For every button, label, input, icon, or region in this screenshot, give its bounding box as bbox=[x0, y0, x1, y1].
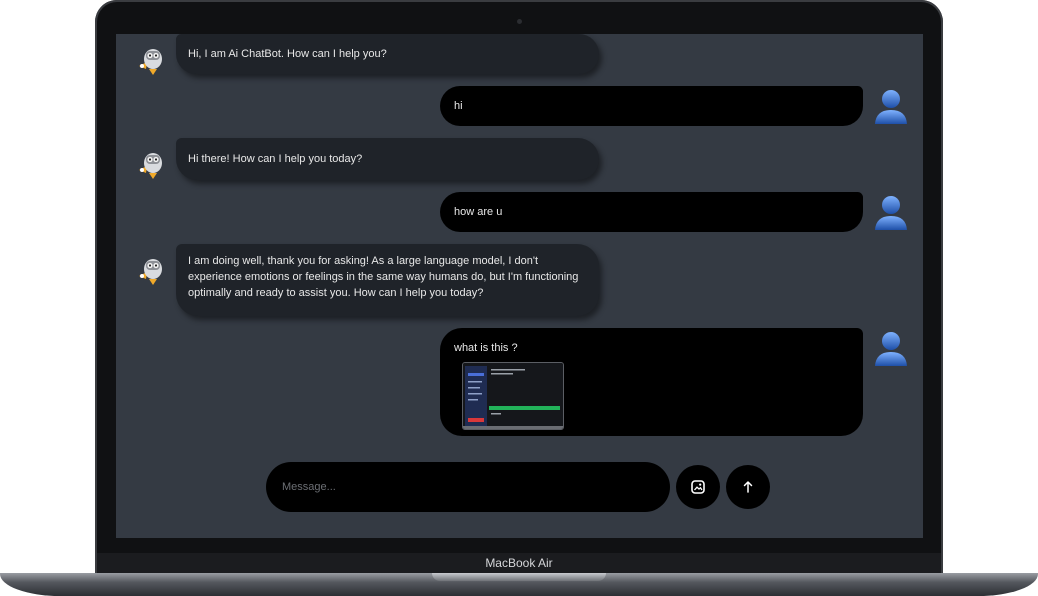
message-text: Hi, I am Ai ChatBot. How can I help you? bbox=[188, 48, 387, 60]
message-text: Hi there! How can I help you today? bbox=[188, 153, 363, 165]
message-text: I am doing well, thank you for asking! A… bbox=[188, 255, 579, 299]
bot-avatar-icon bbox=[134, 252, 168, 286]
camera-dot bbox=[517, 19, 522, 24]
user-message: what is this ? bbox=[440, 328, 863, 436]
attach-image-button[interactable] bbox=[676, 465, 720, 509]
message-input[interactable] bbox=[280, 480, 656, 494]
attachment-thumbnail[interactable] bbox=[462, 362, 564, 430]
message-composer bbox=[266, 462, 670, 512]
user-avatar-icon bbox=[872, 328, 907, 366]
message-text: hi bbox=[454, 100, 463, 112]
bot-avatar-icon bbox=[134, 42, 168, 76]
image-icon bbox=[691, 480, 705, 494]
send-button[interactable] bbox=[726, 465, 770, 509]
bot-message: Hi there! How can I help you today? bbox=[176, 138, 599, 180]
bot-message: Hi, I am Ai ChatBot. How can I help you? bbox=[176, 34, 599, 74]
laptop-hinge-notch bbox=[432, 573, 606, 581]
device-label: MacBook Air bbox=[485, 556, 553, 570]
arrow-up-icon bbox=[743, 481, 753, 493]
bot-message: I am doing well, thank you for asking! A… bbox=[176, 244, 599, 316]
user-avatar-icon bbox=[872, 192, 907, 230]
message-text: how are u bbox=[454, 206, 503, 218]
message-text: what is this ? bbox=[454, 342, 518, 354]
chat-screen: Hi, I am Ai ChatBot. How can I help you?… bbox=[116, 34, 923, 538]
user-message: how are u bbox=[440, 192, 863, 232]
bot-avatar-icon bbox=[134, 146, 168, 180]
user-avatar-icon bbox=[872, 86, 907, 124]
user-message: hi bbox=[440, 86, 863, 126]
